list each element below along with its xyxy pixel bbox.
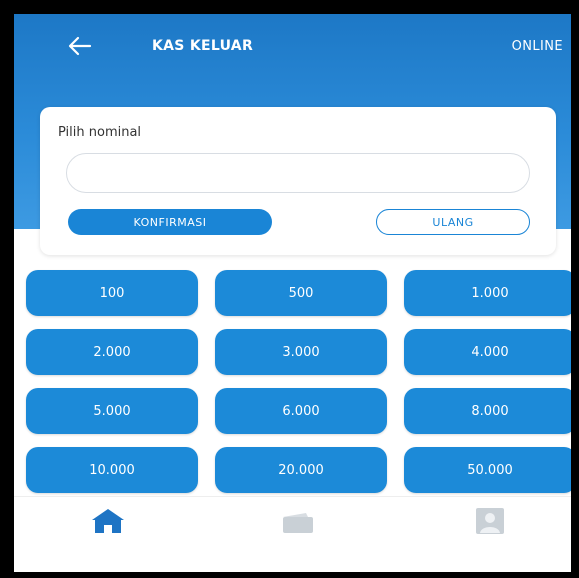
nominal-card: Pilih nominal KONFIRMASI ULANG <box>40 107 556 255</box>
nominal-label: Pilih nominal <box>58 125 142 140</box>
amount-button-500[interactable]: 500 <box>215 270 387 316</box>
app-screen: KAS KELUAR ONLINE Pilih nominal KONFIRMA… <box>14 14 571 572</box>
amount-button-5000[interactable]: 5.000 <box>26 388 198 434</box>
amount-button-10000[interactable]: 10.000 <box>26 447 198 493</box>
amount-button-6000[interactable]: 6.000 <box>215 388 387 434</box>
arrow-left-icon <box>68 36 92 56</box>
confirm-button[interactable]: KONFIRMASI <box>68 209 272 235</box>
amount-button-3000[interactable]: 3.000 <box>215 329 387 375</box>
amount-button-2000[interactable]: 2.000 <box>26 329 198 375</box>
nominal-input[interactable] <box>66 153 530 193</box>
amount-button-50000[interactable]: 50.000 <box>404 447 571 493</box>
reset-button[interactable]: ULANG <box>376 209 530 235</box>
amount-button-4000[interactable]: 4.000 <box>404 329 571 375</box>
nav-home[interactable] <box>88 505 128 537</box>
nav-profile[interactable] <box>470 505 510 537</box>
wallet-icon <box>283 513 313 533</box>
amount-button-20000[interactable]: 20.000 <box>215 447 387 493</box>
connection-status: ONLINE <box>511 39 563 54</box>
amount-button-1000[interactable]: 1.000 <box>404 270 571 316</box>
bottom-navigation <box>14 496 571 572</box>
home-icon <box>92 509 124 533</box>
amount-button-100[interactable]: 100 <box>26 270 198 316</box>
back-button[interactable] <box>66 34 94 58</box>
top-bar: KAS KELUAR ONLINE <box>14 14 571 74</box>
nav-wallet[interactable] <box>278 505 318 537</box>
device-frame: KAS KELUAR ONLINE Pilih nominal KONFIRMA… <box>0 0 579 578</box>
page-title: KAS KELUAR <box>152 38 254 54</box>
amount-button-8000[interactable]: 8.000 <box>404 388 571 434</box>
profile-icon <box>476 508 504 534</box>
